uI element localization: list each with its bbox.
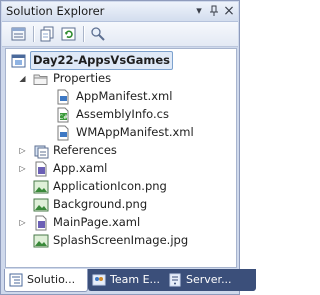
tree-item-label: References: [53, 143, 117, 157]
image-file-icon: [33, 197, 49, 213]
tab-label: Team E...: [110, 273, 161, 286]
svg-text:C#: C#: [59, 114, 68, 121]
image-file-icon: [33, 233, 49, 249]
team-explorer-icon: [92, 273, 106, 287]
tool-window-tabs: Solutio... Team E... Server...: [2, 269, 256, 294]
properties-icon[interactable]: [10, 25, 28, 43]
solution-explorer-icon: [9, 273, 23, 287]
refresh-icon[interactable]: [60, 25, 78, 43]
xaml-file-icon: [33, 161, 49, 177]
tree-node-assemblyinfo[interactable]: C# AssemblyInfo.cs: [9, 106, 231, 123]
tree-item-label: SplashScreenImage.jpg: [53, 233, 189, 247]
tree-node-app-xaml[interactable]: ▷ App.xaml: [9, 160, 231, 177]
tree-item-label: AssemblyInfo.cs: [76, 107, 169, 121]
folder-icon: [33, 71, 49, 87]
tree-node-applicationicon[interactable]: ApplicationIcon.png: [9, 178, 231, 195]
expand-arrow-icon[interactable]: ▷: [18, 164, 27, 173]
tree-item-label: MainPage.xaml: [53, 215, 141, 229]
image-file-icon: [33, 179, 49, 195]
tree-node-project[interactable]: Day22-AppsVsGames: [9, 51, 231, 70]
references-icon: [33, 143, 49, 159]
tree-item-label: ApplicationIcon.png: [53, 179, 167, 193]
toolbar: [2, 22, 238, 47]
tab-label: Server...: [186, 273, 232, 286]
tree-item-label: App.xaml: [53, 161, 108, 175]
tree-node-mainpage[interactable]: ▷ MainPage.xaml: [9, 214, 231, 231]
project-label: Day22-AppsVsGames: [30, 51, 174, 70]
auto-hide-pin-icon[interactable]: [207, 4, 221, 18]
view-class-diagram-icon[interactable]: [89, 25, 107, 43]
title-bar[interactable]: Solution Explorer ▾ ×: [2, 2, 238, 22]
xaml-file-icon: [33, 215, 49, 231]
collapse-arrow-icon[interactable]: ◢: [18, 74, 27, 83]
toolbar-separator: [83, 26, 84, 42]
close-icon[interactable]: ×: [222, 4, 236, 18]
window-title: Solution Explorer: [6, 4, 105, 18]
tree-node-splashscreen[interactable]: SplashScreenImage.jpg: [9, 232, 231, 249]
expand-arrow-icon[interactable]: ▷: [18, 218, 27, 227]
tree-item-label: WMAppManifest.xml: [76, 125, 194, 139]
tree-node-references[interactable]: ▷ References: [9, 142, 231, 159]
tree-node-wmappmanifest[interactable]: WMAppManifest.xml: [9, 124, 231, 141]
tree-node-appmanifest[interactable]: AppManifest.xml: [9, 88, 231, 105]
solution-tree: Day22-AppsVsGames ◢ Properties AppManife…: [5, 48, 237, 268]
csharp-file-icon: C#: [55, 107, 71, 123]
tree-item-label: Background.png: [53, 197, 148, 211]
xml-file-icon: [55, 125, 71, 141]
tree-item-label: AppManifest.xml: [76, 89, 173, 103]
tree-node-properties[interactable]: ◢ Properties: [9, 70, 231, 87]
solution-explorer-window: Solution Explorer ▾ × Day22-AppsVsGames …: [0, 0, 256, 295]
tab-label: Solutio...: [27, 273, 76, 286]
tab-solution-explorer[interactable]: Solutio...: [4, 269, 88, 292]
show-all-files-icon[interactable]: [39, 25, 57, 43]
toolbar-separator: [33, 26, 34, 42]
expand-arrow-icon[interactable]: ▷: [18, 146, 27, 155]
xml-file-icon: [55, 89, 71, 105]
window-position-dropdown-icon[interactable]: ▾: [192, 4, 206, 18]
tree-node-background[interactable]: Background.png: [9, 196, 231, 213]
project-icon: [11, 53, 27, 69]
server-explorer-icon: [168, 273, 182, 287]
tree-item-label: Properties: [53, 71, 112, 85]
tab-server-explorer[interactable]: Server...: [164, 269, 256, 291]
